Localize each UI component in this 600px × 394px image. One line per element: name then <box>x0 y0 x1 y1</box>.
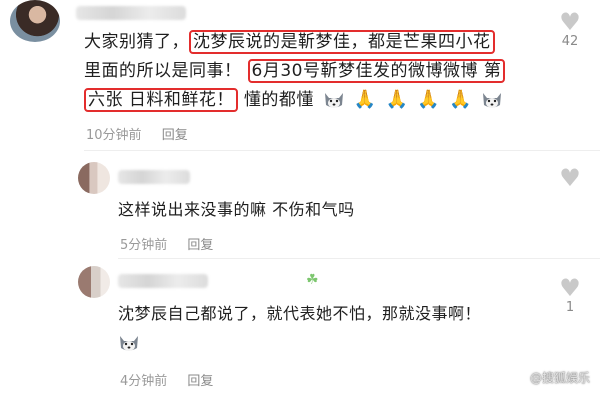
like-count: 1 <box>565 300 575 315</box>
reply-button[interactable]: 回复 <box>187 238 213 253</box>
reply-button[interactable]: 回复 <box>162 128 188 143</box>
husky-emoji-icon <box>323 90 345 110</box>
divider <box>84 150 600 151</box>
like-button[interactable]: ♥ 42 <box>555 10 585 49</box>
like-count: 42 <box>561 34 579 49</box>
pray-emoji-icon: 🙏 <box>385 89 409 110</box>
main-comment-line-2: 里面的所以是同事！ 6月30号靳梦佳发的微博微博 第 <box>84 58 506 85</box>
avatar-reply-1[interactable] <box>78 162 110 194</box>
highlighted-text: 6月30号靳梦佳发的微博微博 第 <box>247 59 506 83</box>
main-comment-line-1: 大家别猜了， 沈梦辰说的是靳梦佳，都是芒果四小花 <box>84 29 495 56</box>
emoji-row <box>118 332 140 353</box>
pray-emoji-icon: 🙏 <box>417 89 441 110</box>
timestamp: 5分钟前 <box>120 238 168 253</box>
main-comment-line-3: 六张 日料和鲜花！ 懂的都懂 🙏 🙏 🙏 🙏 <box>84 86 503 114</box>
heart-icon[interactable]: ♥ <box>555 10 585 34</box>
watermark: @搜狐娱乐 <box>529 371 590 385</box>
username-blurred[interactable] <box>118 274 208 288</box>
divider <box>118 258 600 259</box>
avatar-reply-2[interactable] <box>78 266 110 298</box>
heart-icon[interactable]: ♥ <box>555 166 585 190</box>
pray-emoji-icon: 🙏 <box>353 89 377 110</box>
comment-text-segment: 大家别猜了， <box>84 32 189 52</box>
reply-button[interactable]: 回复 <box>187 374 213 389</box>
timestamp: 4分钟前 <box>120 374 168 389</box>
highlighted-text: 沈梦辰说的是靳梦佳，都是芒果四小花 <box>189 30 495 54</box>
highlighted-text: 六张 日料和鲜花！ <box>84 87 238 112</box>
reply-comment-text: 沈梦辰自己都说了，就代表她不怕，那就没事啊！ <box>118 304 482 323</box>
reply-2-meta: 4分钟前 回复 <box>120 370 213 389</box>
leaf-badge-icon: ☘ <box>306 272 319 288</box>
timestamp: 10分钟前 <box>86 128 142 143</box>
heart-icon[interactable]: ♥ <box>555 276 585 300</box>
comment-text-segment: 里面的所以是同事！ <box>84 61 242 81</box>
emoji-row: 🙏 🙏 🙏 🙏 <box>320 86 503 114</box>
comment-text-segment: 懂的都懂 <box>243 89 314 110</box>
avatar-main[interactable] <box>10 0 60 42</box>
pray-emoji-icon: 🙏 <box>449 89 473 110</box>
husky-emoji-icon <box>481 90 503 110</box>
reply-comment-text: 这样说出来没事的嘛 不伤和气吗 <box>118 200 355 219</box>
like-button[interactable]: ♥ <box>555 166 585 190</box>
reply-1-meta: 5分钟前 回复 <box>120 234 213 253</box>
username-blurred[interactable] <box>76 6 186 20</box>
husky-emoji-icon <box>118 333 140 353</box>
like-button[interactable]: ♥ 1 <box>555 276 585 315</box>
main-comment-meta: 10分钟前 回复 <box>86 124 188 143</box>
username-blurred[interactable] <box>118 170 190 184</box>
